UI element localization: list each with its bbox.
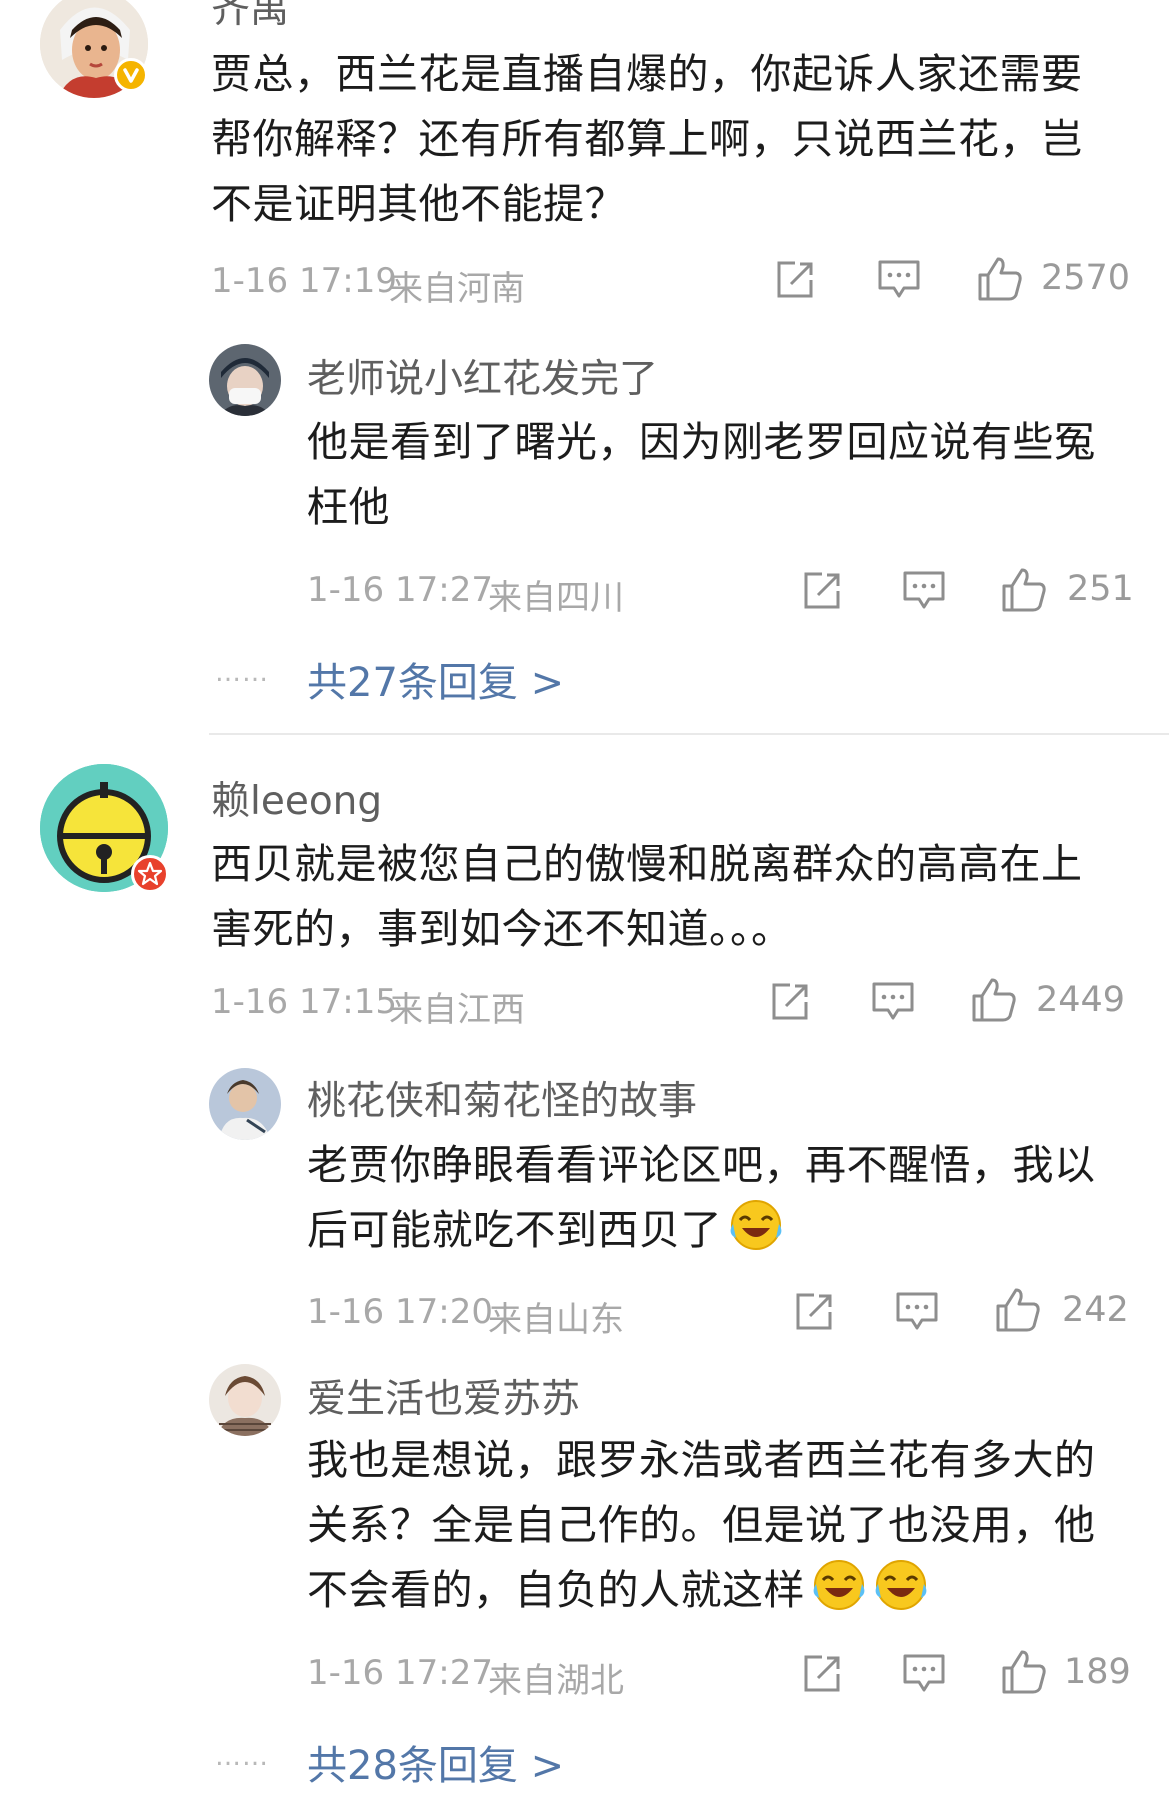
reply-location: 来自山东 [488, 1300, 624, 1340]
red-star-badge-icon [131, 855, 169, 893]
like-count: 189 [1064, 1652, 1131, 1692]
reply-author[interactable]: 老师说小红花发完了 [307, 348, 658, 404]
reply-author[interactable]: 桃花侠和菊花怪的故事 [307, 1070, 697, 1126]
more-replies-link[interactable]: 共27条回复 > [307, 650, 564, 708]
comment-time: 1-16 17:15 [211, 982, 397, 1022]
comment-icon[interactable] [897, 566, 951, 616]
reply-text: 老贾你睁眼看看评论区吧，再不醒悟，我以后可能就吃不到西贝了 [307, 1133, 1127, 1271]
share-icon[interactable] [765, 977, 815, 1027]
reply-text: 我也是想说，跟罗永浩或者西兰花有多大的关系？全是自己作的。但是说了也没用，他不会… [307, 1428, 1127, 1631]
like-count: 242 [1062, 1290, 1129, 1330]
reply-location: 来自湖北 [488, 1661, 624, 1701]
comment-icon[interactable] [890, 1287, 944, 1337]
comment-text: 贾总，西兰花是直播自爆的，你起诉人家还需要帮你解释？还有所有都算上啊，只说西兰花… [211, 50, 1083, 228]
laugh-cry-emoji-icon [811, 1558, 867, 1631]
avatar[interactable] [209, 1068, 281, 1140]
share-icon[interactable] [770, 255, 820, 305]
reply-text-content: 我也是想说，跟罗永浩或者西兰花有多大的关系？全是自己作的。但是说了也没用，他不会… [307, 1436, 1096, 1614]
like-count: 251 [1067, 569, 1134, 609]
comment-icon[interactable] [866, 977, 920, 1027]
comment-author[interactable]: 赖leeong [211, 770, 382, 826]
comment-time: 1-16 17:19 [211, 261, 397, 301]
thumbs-up-icon[interactable] [990, 1283, 1046, 1337]
thumbs-up-icon[interactable] [996, 1645, 1052, 1699]
laugh-cry-emoji-icon [873, 1558, 929, 1631]
divider [209, 733, 1169, 735]
like-count: 2570 [1041, 258, 1131, 298]
dots-separator: …… [215, 1742, 269, 1772]
avatar[interactable] [209, 344, 281, 416]
avatar[interactable] [209, 1364, 281, 1436]
thumbs-up-icon[interactable] [996, 563, 1052, 617]
reply-location: 来自四川 [488, 578, 624, 618]
share-icon[interactable] [797, 566, 847, 616]
verified-v-icon [114, 58, 148, 92]
reply-time: 1-16 17:20 [307, 1292, 493, 1332]
thumbs-up-icon[interactable] [966, 973, 1022, 1027]
share-icon[interactable] [797, 1649, 847, 1699]
more-replies-link[interactable]: 共28条回复 > [307, 1733, 564, 1791]
like-count: 2449 [1036, 980, 1126, 1020]
comment-location: 来自河南 [389, 269, 525, 309]
dots-separator: …… [215, 658, 269, 688]
reply-time: 1-16 17:27 [307, 570, 493, 610]
comment-author[interactable]: 齐禹 [211, 0, 289, 34]
reply-time: 1-16 17:27 [307, 1653, 493, 1693]
comment-icon[interactable] [897, 1649, 951, 1699]
share-icon[interactable] [789, 1287, 839, 1337]
reply-author[interactable]: 爱生活也爱苏苏 [307, 1368, 580, 1424]
thumbs-up-icon[interactable] [972, 252, 1028, 306]
reply-text: 他是看到了曙光，因为刚老罗回应说有些冤枉他 [307, 418, 1096, 531]
comment-location: 来自江西 [389, 990, 525, 1030]
comment-text: 西贝就是被您自己的傲慢和脱离群众的高高在上害死的，事到如今还不知道。。。 [211, 840, 1083, 953]
reply-text-content: 老贾你睁眼看看评论区吧，再不醒悟，我以后可能就吃不到西贝了 [307, 1141, 1096, 1254]
laugh-cry-emoji-icon [728, 1198, 784, 1271]
comment-icon[interactable] [872, 255, 926, 305]
